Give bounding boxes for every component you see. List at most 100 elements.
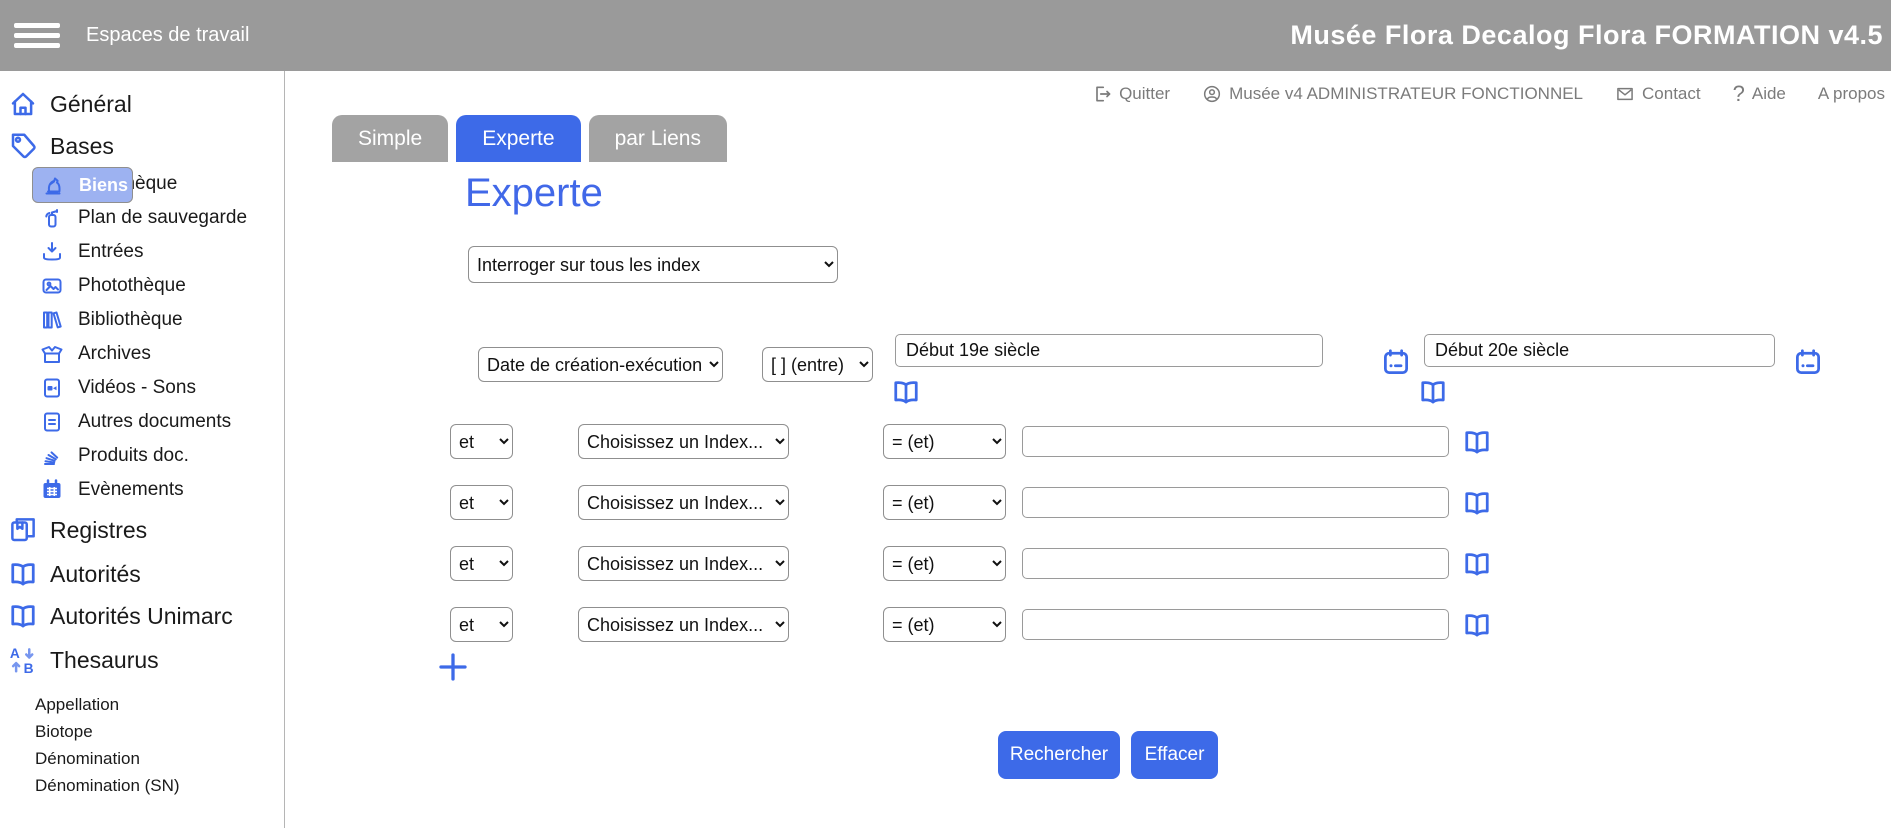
index-select[interactable]: Choisissez un Index...	[578, 607, 789, 642]
sidebar-item-label: Autres documents	[78, 411, 231, 433]
top-toolbar: Quitter Musée v4 ADMINISTRATEUR FONCTION…	[1092, 81, 1885, 107]
index-scope-select[interactable]: Interroger sur tous les index	[468, 246, 838, 283]
sidebar-item-biotope[interactable]: Biotope	[0, 718, 284, 745]
logout-icon	[1092, 84, 1112, 104]
operator-select[interactable]: = (et)	[883, 424, 1006, 459]
sidebar-item-videos-sons[interactable]: Vidéos - Sons	[0, 371, 284, 405]
user-label: Musée v4 ADMINISTRATEUR FONCTIONNEL	[1229, 84, 1583, 104]
sidebar-item-denomination-sn[interactable]: Dénomination (SN)	[0, 772, 284, 799]
sidebar-item-bases[interactable]: Bases	[0, 125, 284, 167]
tab-experte[interactable]: Experte	[456, 115, 580, 162]
sidebar-item-phototheque[interactable]: Photothèque	[0, 269, 284, 303]
date-from-input[interactable]	[895, 334, 1323, 367]
photo-icon	[40, 274, 64, 298]
sidebar-item-thesaurus[interactable]: Thesaurus	[0, 637, 284, 683]
criteria-value-input[interactable]	[1022, 548, 1449, 579]
sidebar-item-archives[interactable]: Archives	[0, 337, 284, 371]
open-book-icon[interactable]	[1461, 549, 1493, 579]
sidebar-item-label: Biotope	[35, 722, 93, 742]
criteria-value-input[interactable]	[1022, 426, 1449, 457]
contact-link[interactable]: Contact	[1615, 84, 1701, 104]
calendar-icon[interactable]	[1793, 347, 1823, 377]
video-file-icon	[40, 376, 64, 400]
open-book-icon[interactable]	[1461, 610, 1493, 640]
add-criteria-button[interactable]	[435, 649, 471, 685]
about-label: A propos	[1818, 84, 1885, 104]
criteria-value-input[interactable]	[1022, 487, 1449, 518]
sidebar-item-label: Photothèque	[78, 275, 186, 297]
date-to-input[interactable]	[1424, 334, 1775, 367]
open-box-icon	[40, 342, 64, 366]
tab-par-liens[interactable]: par Liens	[589, 115, 727, 162]
user-icon	[1202, 84, 1222, 104]
sidebar-item-label: Dénomination	[35, 749, 140, 769]
operator-select[interactable]: = (et)	[883, 546, 1006, 581]
sidebar-item-evenements[interactable]: Evènements	[0, 473, 284, 507]
help-label: Aide	[1752, 84, 1786, 104]
open-book-icon	[8, 601, 38, 631]
current-user[interactable]: Musée v4 ADMINISTRATEUR FONCTIONNEL	[1202, 84, 1583, 104]
sidebar-item-label: Archives	[78, 343, 151, 365]
sidebar-item-label: Plan de sauvegarde	[78, 207, 247, 229]
sidebar-item-label: Général	[50, 91, 132, 118]
inbox-down-icon	[40, 240, 64, 264]
sidebar-item-label: Registres	[50, 517, 147, 544]
sidebar-item-denomination[interactable]: Dénomination	[0, 745, 284, 772]
boolean-select[interactable]: et	[450, 546, 513, 581]
sidebar-item-autorites[interactable]: Autorités	[0, 553, 284, 595]
sidebar-item-autres-documents[interactable]: Autres documents	[0, 405, 284, 439]
boolean-select[interactable]: et	[450, 607, 513, 642]
index-select[interactable]: Choisissez un Index...	[578, 546, 789, 581]
workspace-label: Espaces de travail	[86, 24, 249, 47]
sidebar-item-general[interactable]: Général	[0, 83, 284, 125]
chess-knight-icon	[41, 173, 65, 197]
date-operator-select[interactable]: [ ] (entre)	[762, 347, 873, 382]
bookshelf-icon	[40, 308, 64, 332]
sidebar-item-label: Thesaurus	[50, 647, 159, 674]
sidebar-item-label: Bibliothèque	[78, 309, 183, 331]
quit-link[interactable]: Quitter	[1092, 84, 1170, 104]
sidebar-item-label: Evènements	[78, 479, 184, 501]
app-title: Musée Flora Decalog Flora FORMATION v4.5	[1290, 20, 1883, 51]
sidebar-item-autorites-unimarc[interactable]: Autorités Unimarc	[0, 595, 284, 637]
sidebar-item-entrees[interactable]: Entrées	[0, 235, 284, 269]
sidebar-item-registres[interactable]: Registres	[0, 507, 284, 553]
sidebar-item-label: Autorités Unimarc	[50, 603, 233, 630]
sidebar-item-bibliotheque[interactable]: Bibliothèque	[0, 303, 284, 337]
registers-icon	[8, 515, 38, 545]
open-book-icon[interactable]	[1461, 427, 1493, 457]
open-book-icon[interactable]	[1416, 377, 1450, 407]
sidebar-item-label: Bases	[50, 133, 114, 160]
operator-select[interactable]: = (et)	[883, 607, 1006, 642]
hamburger-menu-icon[interactable]	[14, 23, 60, 48]
field-select[interactable]: Date de création-exécution	[478, 347, 723, 382]
help-link[interactable]: Aide	[1733, 81, 1786, 107]
index-select[interactable]: Choisissez un Index...	[578, 424, 789, 459]
sidebar-item-produits-doc[interactable]: Produits doc.	[0, 439, 284, 473]
sort-alpha-icon	[8, 645, 38, 675]
clear-button[interactable]: Effacer	[1131, 731, 1218, 779]
boolean-select[interactable]: et	[450, 424, 513, 459]
boolean-select[interactable]: et	[450, 485, 513, 520]
operator-select[interactable]: = (et)	[883, 485, 1006, 520]
search-button[interactable]: Rechercher	[998, 731, 1120, 779]
calendar-icon	[40, 478, 64, 502]
sidebar-item-label: Entrées	[78, 241, 143, 263]
calendar-icon[interactable]	[1381, 347, 1411, 377]
quit-label: Quitter	[1119, 84, 1170, 104]
page-title: Experte	[465, 171, 603, 216]
sidebar-item-appellation[interactable]: Appellation	[0, 691, 284, 718]
search-mode-tabs: Simple Experte par Liens	[332, 115, 727, 162]
sidebar-item-plan-de-sauvegarde[interactable]: Plan de sauvegarde	[0, 201, 284, 235]
sidebar-item-biens[interactable]: Biens	[32, 167, 133, 203]
sidebar-item-label: Produits doc.	[78, 445, 189, 467]
tab-simple[interactable]: Simple	[332, 115, 448, 162]
about-link[interactable]: A propos	[1818, 84, 1885, 104]
index-select[interactable]: Choisissez un Index...	[578, 485, 789, 520]
main-content: Quitter Musée v4 ADMINISTRATEUR FONCTION…	[285, 71, 1891, 828]
criteria-value-input[interactable]	[1022, 609, 1449, 640]
open-book-icon[interactable]	[1461, 488, 1493, 518]
open-book-icon	[8, 559, 38, 589]
open-book-icon[interactable]	[889, 377, 923, 407]
app-header: Espaces de travail Musée Flora Decalog F…	[0, 0, 1891, 71]
